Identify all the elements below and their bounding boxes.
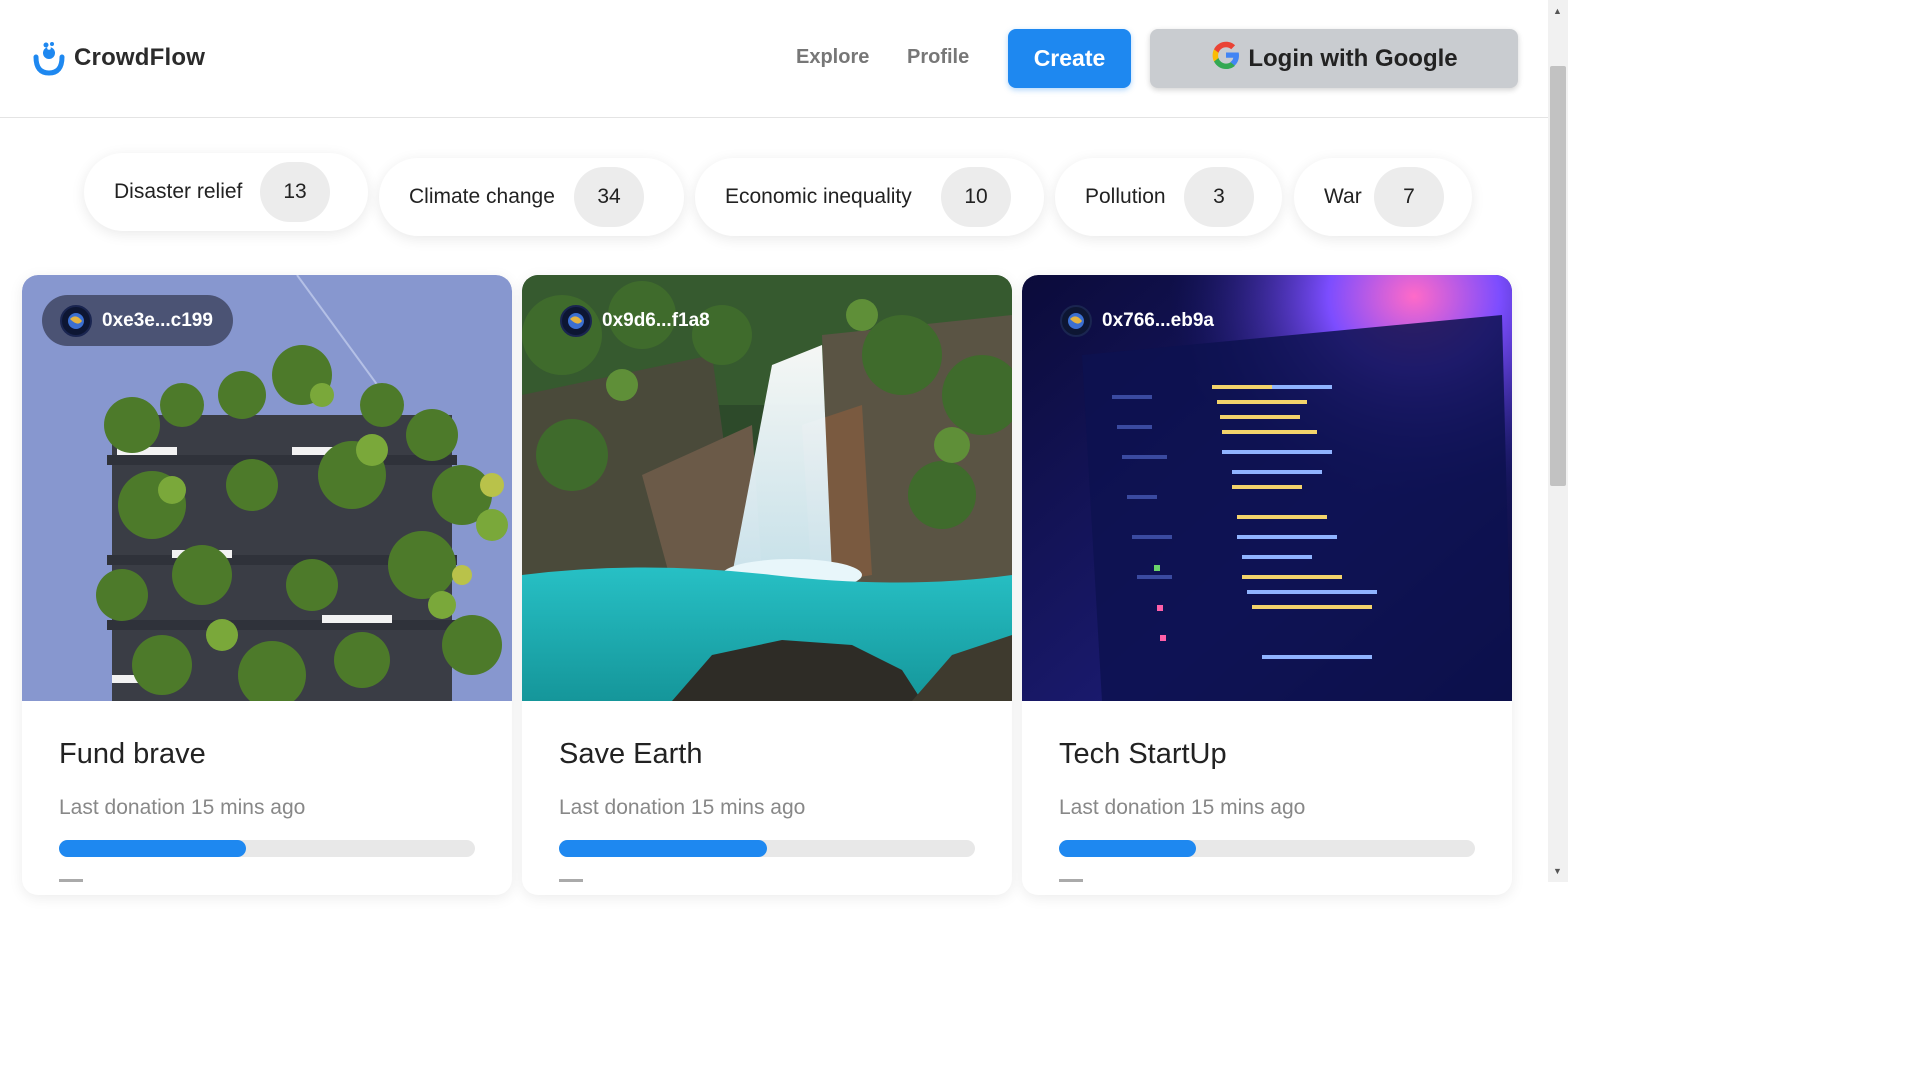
owner-avatar-icon bbox=[60, 304, 92, 337]
divider bbox=[559, 879, 583, 882]
funding-progress-bar bbox=[559, 840, 975, 857]
funding-progress-fill bbox=[59, 840, 247, 857]
category-label: Climate change bbox=[409, 185, 555, 208]
owner-address: 0x9d6...f1a8 bbox=[602, 309, 710, 331]
category-label: Disaster relief bbox=[114, 180, 243, 203]
login-button-label: Login with Google bbox=[1248, 44, 1458, 72]
campaign-title: Fund brave bbox=[59, 738, 206, 770]
top-navbar: CrowdFlow Explore Profile Create Login w… bbox=[0, 0, 1548, 118]
category-pill-economic-inequality[interactable]: Economic inequality 10 bbox=[695, 158, 1044, 236]
category-pill-war[interactable]: War 7 bbox=[1294, 158, 1472, 236]
campaign-card[interactable]: 0xe3e...c199 Fund brave Last donation 15… bbox=[22, 275, 512, 895]
divider bbox=[1059, 879, 1083, 882]
owner-avatar-icon bbox=[1060, 304, 1092, 337]
campaign-card[interactable]: 0x9d6...f1a8 Save Earth Last donation 15… bbox=[522, 275, 1012, 895]
funding-progress-fill bbox=[559, 840, 767, 857]
divider bbox=[59, 879, 83, 882]
category-pill-disaster-relief[interactable]: Disaster relief 13 bbox=[84, 153, 368, 231]
category-label: War bbox=[1324, 185, 1362, 208]
owner-address: 0xe3e...c199 bbox=[102, 309, 213, 331]
scroll-down-arrow-icon[interactable]: ▼ bbox=[1553, 866, 1562, 876]
funding-progress-bar bbox=[1059, 840, 1475, 857]
category-count-badge: 7 bbox=[1374, 167, 1444, 227]
last-donation-text: Last donation 15 mins ago bbox=[59, 796, 306, 819]
campaign-title: Save Earth bbox=[559, 738, 703, 770]
last-donation-text: Last donation 15 mins ago bbox=[1059, 796, 1306, 819]
owner-address-chip[interactable]: 0x9d6...f1a8 bbox=[542, 295, 730, 346]
login-with-google-button[interactable]: Login with Google bbox=[1150, 29, 1518, 88]
brand[interactable]: CrowdFlow bbox=[32, 40, 205, 76]
funding-progress-fill bbox=[1059, 840, 1197, 857]
category-pill-climate-change[interactable]: Climate change 34 bbox=[379, 158, 684, 236]
category-label: Economic inequality bbox=[725, 185, 912, 208]
crowdflow-logo-icon bbox=[32, 40, 66, 76]
scrollbar-thumb[interactable] bbox=[1550, 66, 1566, 486]
owner-address: 0x766...eb9a bbox=[1102, 309, 1214, 331]
owner-address-chip[interactable]: 0xe3e...c199 bbox=[42, 295, 233, 346]
nav-explore-link[interactable]: Explore bbox=[796, 46, 869, 69]
category-count-badge: 3 bbox=[1184, 167, 1254, 227]
campaign-title: Tech StartUp bbox=[1059, 738, 1227, 770]
campaign-card[interactable]: 0x766...eb9a Tech StartUp Last donation … bbox=[1022, 275, 1512, 895]
create-button[interactable]: Create bbox=[1008, 29, 1131, 88]
category-pill-pollution[interactable]: Pollution 3 bbox=[1055, 158, 1282, 236]
category-count-badge: 13 bbox=[260, 162, 330, 222]
scroll-up-arrow-icon[interactable]: ▲ bbox=[1553, 6, 1562, 16]
owner-address-chip[interactable]: 0x766...eb9a bbox=[1042, 295, 1234, 346]
category-count-badge: 34 bbox=[574, 167, 644, 227]
category-label: Pollution bbox=[1085, 185, 1166, 208]
brand-name: CrowdFlow bbox=[74, 44, 206, 71]
category-count-badge: 10 bbox=[941, 167, 1011, 227]
nav-profile-link[interactable]: Profile bbox=[907, 46, 969, 69]
last-donation-text: Last donation 15 mins ago bbox=[559, 796, 806, 819]
funding-progress-bar bbox=[59, 840, 475, 857]
owner-avatar-icon bbox=[560, 304, 592, 337]
google-icon bbox=[1210, 39, 1242, 78]
